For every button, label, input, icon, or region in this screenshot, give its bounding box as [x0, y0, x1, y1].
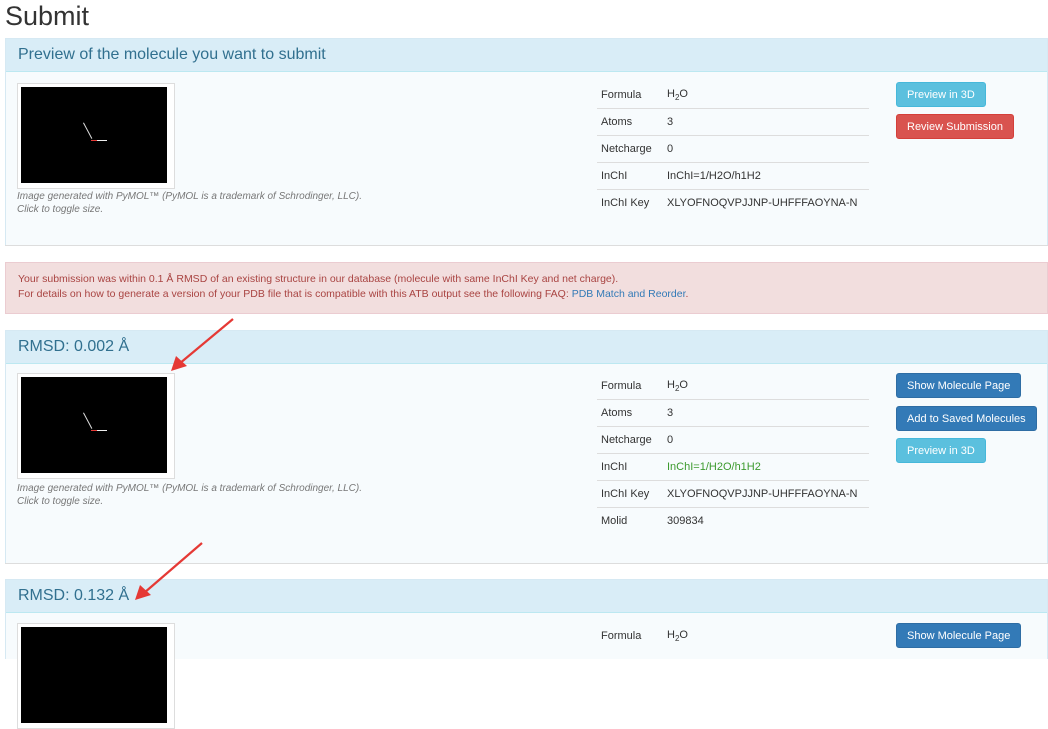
- table-row: Atoms 3: [597, 108, 869, 136]
- show-molecule-page-button[interactable]: Show Molecule Page: [896, 623, 1022, 648]
- molecule-properties: Formula H2O Atoms 3 Netcharge 0 InChI InChI=…: [597, 82, 869, 216]
- show-molecule-page-button[interactable]: Show Molecule Page: [896, 373, 1022, 398]
- rmsd-alert: Your submission was within 0.1 Å RMSD of…: [5, 262, 1048, 314]
- pdb-match-link[interactable]: PDB Match and Reorder: [572, 288, 686, 300]
- preview-3d-button[interactable]: Preview in 3D: [896, 438, 986, 463]
- table-row: Formula H2O: [601, 87, 688, 103]
- table-row: Formula H2O: [601, 378, 688, 394]
- table-row: Formula H2O: [601, 628, 688, 644]
- match-1-heading: RMSD: 0.002 Å: [6, 331, 1047, 364]
- annotation-arrow-icon: [171, 318, 234, 371]
- review-submission-button[interactable]: Review Submission: [896, 114, 1014, 139]
- page-title: Submit: [5, 1, 90, 31]
- molecule-thumbnail[interactable]: [17, 83, 175, 189]
- molecule-image: [21, 87, 167, 183]
- annotation-arrow-icon: [135, 542, 203, 600]
- molecule-properties: Formula H2O: [597, 623, 869, 649]
- table-row: InChI Key XLYOFNOQVPJJNP-UHFFFAOYNA-N: [597, 189, 869, 216]
- image-caption[interactable]: Image generated with PyMOL™ (PyMOL is a …: [17, 482, 362, 508]
- table-row: InChI InChI=1/H2O/h1H2: [597, 162, 869, 190]
- add-to-saved-molecules-button[interactable]: Add to Saved Molecules: [896, 406, 1037, 431]
- preview-3d-button[interactable]: Preview in 3D: [896, 82, 986, 107]
- molecule-properties: Formula H2O Atoms 3 Netcharge 0 InChI InChI=…: [597, 373, 869, 534]
- inchi-match-value: InChI=1/H2O/h1H2: [663, 453, 869, 481]
- preview-heading: Preview of the molecule you want to subm…: [6, 39, 1047, 72]
- table-row: Netcharge 0: [597, 426, 869, 454]
- molecule-thumbnail[interactable]: [17, 623, 175, 729]
- table-row: Molid 309834: [597, 507, 869, 534]
- molecule-image: [21, 377, 167, 473]
- table-row: Atoms 3: [597, 399, 869, 427]
- table-row: InChI InChI=1/H2O/h1H2: [597, 453, 869, 481]
- molecule-image: [21, 627, 167, 723]
- molecule-thumbnail[interactable]: [17, 373, 175, 479]
- table-row: InChI Key XLYOFNOQVPJJNP-UHFFFAOYNA-N: [597, 480, 869, 508]
- image-caption[interactable]: Image generated with PyMOL™ (PyMOL is a …: [17, 190, 362, 216]
- divider: [5, 245, 1048, 246]
- table-row: Netcharge 0: [597, 135, 869, 163]
